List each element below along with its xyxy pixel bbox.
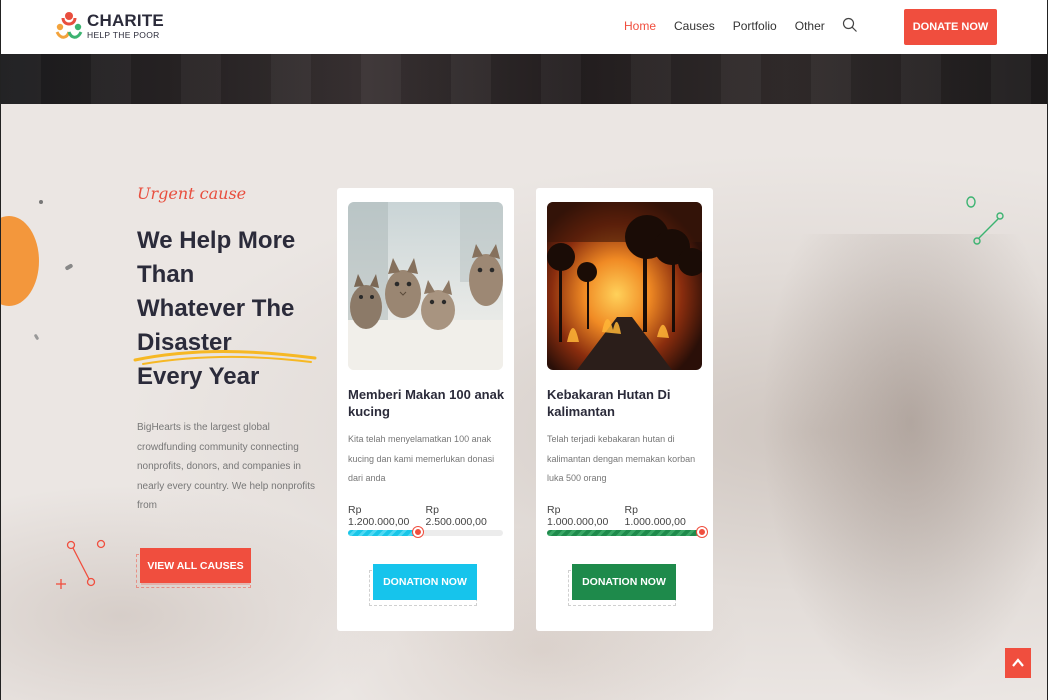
- cause-title[interactable]: Memberi Makan 100 anak kucing: [348, 386, 508, 420]
- urgent-cause-section: Urgent cause We Help More Than Whatever …: [0, 104, 1048, 700]
- cause-description: Telah terjadi kebakaran hutan di kaliman…: [547, 434, 696, 483]
- cause-card: Kebakaran Hutan Di kalimantan Telah terj…: [536, 188, 713, 631]
- cause-amounts: Rp 1.000.000,00 Rp 1.000.000,00: [547, 504, 702, 528]
- cause-card: Memberi Makan 100 anak kucing Kita telah…: [337, 188, 514, 631]
- nav-home[interactable]: Home: [624, 19, 656, 33]
- progress-fill: [547, 530, 702, 536]
- decor-doodle-left: [56, 539, 106, 589]
- main-nav: Home Causes Portfolio Other: [624, 19, 825, 33]
- site-header: CHARITE HELP THE POOR Home Causes Portfo…: [0, 0, 1048, 54]
- brand-subtitle: HELP THE POOR: [87, 30, 160, 41]
- chevron-up-icon: [1012, 658, 1024, 667]
- decor-doodle-right: [966, 196, 1004, 245]
- progress-fill: [348, 530, 418, 536]
- cause-amounts: Rp 1.200.000,00 Rp 2.500.000,00: [348, 504, 503, 528]
- progress-knob: [697, 527, 707, 537]
- section-headline: We Help More Than Whatever The Disaster …: [137, 227, 296, 390]
- progress-bar: [348, 527, 503, 537]
- cause-description: Kita telah menyelamatkan 100 anak kucing…: [348, 434, 495, 483]
- nav-causes[interactable]: Causes: [674, 19, 715, 33]
- hero-banner-strip: [0, 54, 1048, 104]
- donation-now-button[interactable]: DONATION NOW: [373, 564, 477, 600]
- scroll-to-top-button[interactable]: [1005, 648, 1031, 678]
- decor-blob: [1, 216, 39, 306]
- brand-logo[interactable]: CHARITE HELP THE POOR: [53, 10, 164, 42]
- nav-portfolio[interactable]: Portfolio: [733, 19, 777, 33]
- cause-image-forest-fire[interactable]: [547, 202, 702, 370]
- headline-underline-swoosh: [133, 350, 317, 365]
- brand-title: CHARITE: [87, 11, 164, 31]
- nav-other[interactable]: Other: [795, 19, 825, 33]
- section-description: BigHearts is the largest global crowdfun…: [137, 422, 316, 511]
- progress-knob: [413, 527, 423, 537]
- progress-bar: [547, 527, 707, 537]
- donation-now-button[interactable]: DONATION NOW: [572, 564, 676, 600]
- raised-amount: Rp 1.000.000,00: [547, 504, 609, 528]
- cause-title[interactable]: Kebakaran Hutan Di kalimantan: [547, 386, 707, 420]
- section-tagline: Urgent cause: [137, 184, 247, 203]
- donate-now-button[interactable]: DONATE NOW: [904, 9, 997, 45]
- cause-image-kittens[interactable]: [348, 202, 503, 370]
- view-all-causes-button[interactable]: VIEW ALL CAUSES: [140, 548, 251, 583]
- goal-amount: Rp 2.500.000,00: [425, 504, 487, 528]
- goal-amount: Rp 1.000.000,00: [624, 504, 686, 528]
- raised-amount: Rp 1.200.000,00: [348, 504, 410, 528]
- search-icon[interactable]: [842, 17, 858, 33]
- charity-logo-icon: [53, 10, 85, 42]
